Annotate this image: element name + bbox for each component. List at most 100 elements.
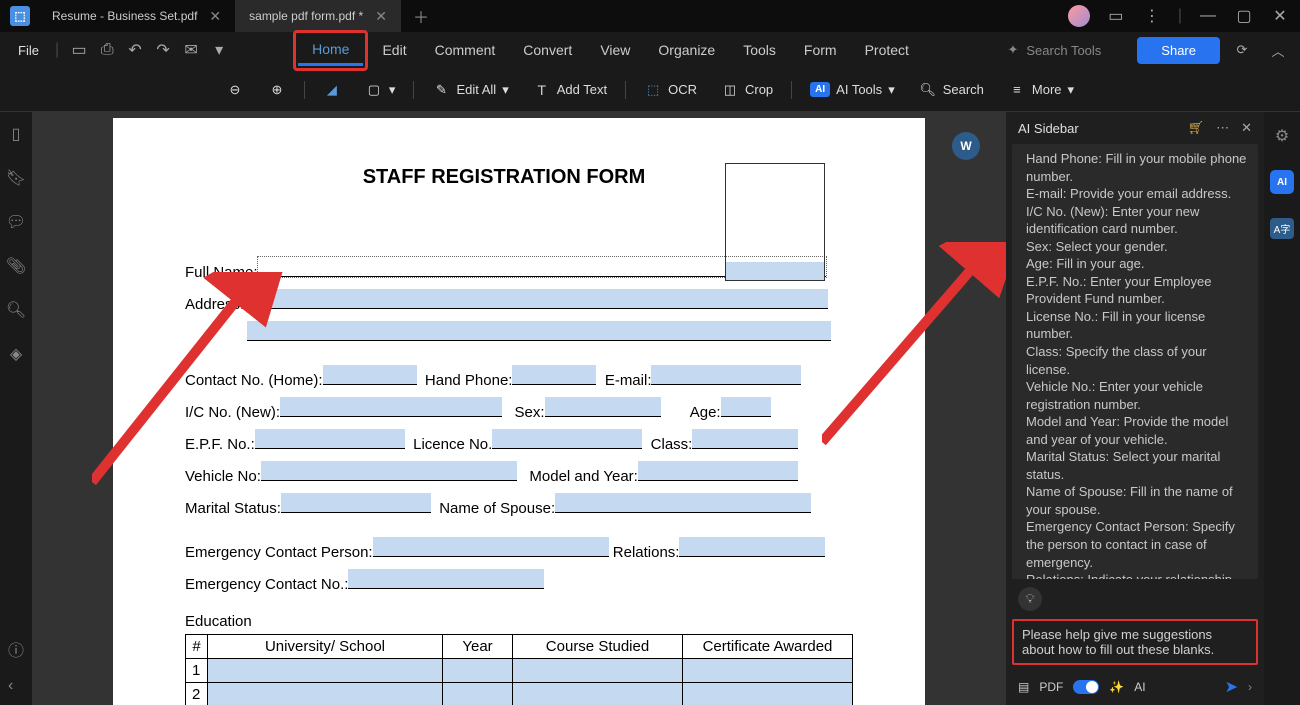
label-full-name: Full Name: xyxy=(185,264,258,281)
menu-view[interactable]: View xyxy=(586,36,644,64)
cart-icon[interactable]: 🛒︎ xyxy=(1188,120,1205,136)
ai-input[interactable]: Please help give me suggestions about ho… xyxy=(1012,619,1258,665)
field-age[interactable] xyxy=(721,397,771,417)
field-contact-home[interactable] xyxy=(323,365,417,385)
field-class[interactable] xyxy=(692,429,798,449)
field-cell[interactable] xyxy=(683,683,853,705)
edit-all-button[interactable]: ✎Edit All▾ xyxy=(422,75,518,105)
redo-icon[interactable]: ↷ xyxy=(149,36,177,64)
layers-icon[interactable]: ◈ xyxy=(10,344,22,364)
chevron-left-icon[interactable]: ‹ xyxy=(8,677,13,695)
photo-field[interactable] xyxy=(725,163,825,281)
highlight-button[interactable]: ◢ xyxy=(313,75,351,105)
menu-tools[interactable]: Tools xyxy=(729,36,790,64)
thumbnails-icon[interactable]: ▯ xyxy=(12,124,21,144)
field-cell[interactable] xyxy=(443,659,513,683)
more-icon[interactable]: ⋮ xyxy=(1142,6,1162,26)
menu-protect[interactable]: Protect xyxy=(851,36,923,64)
mail-icon[interactable]: ✉ xyxy=(177,36,205,64)
field-licence[interactable] xyxy=(492,429,642,449)
more-icon[interactable]: ⋯ xyxy=(1216,120,1229,136)
home-highlight: Home xyxy=(293,30,368,71)
ai-response-content[interactable]: Hand Phone: Fill in your mobile phone nu… xyxy=(1012,144,1258,579)
field-cell[interactable] xyxy=(513,659,683,683)
ai-tools-button[interactable]: AIAI Tools▾ xyxy=(800,76,905,104)
menu-form[interactable]: Form xyxy=(790,36,851,64)
field-sex[interactable] xyxy=(545,397,661,417)
field-vehicle[interactable] xyxy=(261,461,517,481)
add-tab-button[interactable]: ＋ xyxy=(401,4,441,28)
field-spouse[interactable] xyxy=(555,493,811,513)
field-ic-no[interactable] xyxy=(280,397,502,417)
field-epf[interactable] xyxy=(255,429,405,449)
field-cell[interactable] xyxy=(683,659,853,683)
word-icon[interactable]: W xyxy=(952,132,980,160)
search-icon[interactable]: 🔍︎ xyxy=(6,300,26,320)
field-address-1[interactable] xyxy=(244,289,828,309)
search-button[interactable]: 🔍︎Search xyxy=(909,75,994,105)
avatar[interactable] xyxy=(1068,5,1090,27)
field-cell[interactable] xyxy=(513,683,683,705)
field-marital[interactable] xyxy=(281,493,431,513)
menu-edit[interactable]: Edit xyxy=(368,36,420,64)
tab-sample-form[interactable]: sample pdf form.pdf * ✕ xyxy=(235,0,401,32)
dropdown-icon[interactable]: ▾ xyxy=(205,36,233,64)
crop-button[interactable]: ◫Crop xyxy=(711,75,783,105)
close-button[interactable]: ✕ xyxy=(1270,6,1290,26)
help-icon[interactable]: ⓘ xyxy=(8,637,24,661)
ai-icon[interactable]: AI xyxy=(1270,170,1294,194)
field-emergency-no[interactable] xyxy=(348,569,544,589)
zoom-out-button[interactable]: ⊖ xyxy=(216,75,254,105)
file-menu[interactable]: File xyxy=(8,43,49,58)
label-address: Address: xyxy=(185,296,244,313)
close-icon[interactable]: ✕ xyxy=(1241,120,1252,136)
ai-toggle[interactable] xyxy=(1073,680,1099,694)
tab-label: sample pdf form.pdf * xyxy=(249,9,363,23)
print-icon[interactable]: ⎙ xyxy=(93,36,121,64)
settings-icon[interactable]: ⚙ xyxy=(1275,126,1289,146)
tab-resume[interactable]: Resume - Business Set.pdf ✕ xyxy=(38,0,235,32)
menu-home[interactable]: Home xyxy=(298,35,363,66)
toolbar: ⊖ ⊕ ◢ ▢▾ ✎Edit All▾ ＴAdd Text ⬚OCR ◫Crop… xyxy=(0,68,1300,112)
left-sidebar: ▯ 🔖︎ 💬︎ 📎︎ 🔍︎ ◈ xyxy=(0,112,32,705)
send-button[interactable]: ➤ xyxy=(1225,677,1238,697)
menu-comment[interactable]: Comment xyxy=(421,36,510,64)
field-emergency-person[interactable] xyxy=(373,537,609,557)
menu-convert[interactable]: Convert xyxy=(509,36,586,64)
minimize-button[interactable]: — xyxy=(1198,7,1218,25)
maximize-button[interactable]: ▢ xyxy=(1234,6,1254,26)
field-hand-phone[interactable] xyxy=(512,365,596,385)
comment-icon[interactable]: 💬︎ xyxy=(6,212,26,232)
more-button[interactable]: ≡More▾ xyxy=(998,75,1084,105)
add-text-button[interactable]: ＴAdd Text xyxy=(523,75,617,105)
ocr-button[interactable]: ⬚OCR xyxy=(634,75,707,105)
chat-icon[interactable]: ▭ xyxy=(1106,6,1126,26)
search-tools-input[interactable]: Search Tools xyxy=(1026,43,1101,58)
field-email[interactable] xyxy=(651,365,801,385)
translate-icon[interactable]: A字 xyxy=(1270,218,1295,239)
shape-button[interactable]: ▢▾ xyxy=(355,75,406,105)
menu-organize[interactable]: Organize xyxy=(644,36,729,64)
close-icon[interactable]: ✕ xyxy=(375,8,387,25)
collapse-icon[interactable]: ︿ xyxy=(1264,36,1292,64)
field-cell[interactable] xyxy=(208,659,443,683)
document-area[interactable]: STAFF REGISTRATION FORM Full Name: Addre… xyxy=(32,112,1006,705)
zoom-in-button[interactable]: ⊕ xyxy=(258,75,296,105)
field-cell[interactable] xyxy=(443,683,513,705)
app-icon: ⬚ xyxy=(10,6,30,26)
field-cell[interactable] xyxy=(208,683,443,705)
bookmark-icon[interactable]: 🔖︎ xyxy=(6,168,26,188)
field-model-year[interactable] xyxy=(638,461,798,481)
close-icon[interactable]: ✕ xyxy=(209,8,221,25)
attachment-icon[interactable]: 📎︎ xyxy=(6,256,26,276)
field-address-2[interactable] xyxy=(247,321,831,341)
save-icon[interactable]: ▭ xyxy=(65,36,93,64)
share-button[interactable]: Share xyxy=(1137,37,1220,64)
cloud-icon[interactable]: ⟳ xyxy=(1228,36,1256,64)
label-relations: Relations: xyxy=(613,544,680,561)
undo-icon[interactable]: ↶ xyxy=(121,36,149,64)
chevron-right-icon[interactable]: › xyxy=(1248,680,1252,694)
idea-icon[interactable]: 💡︎ xyxy=(1018,587,1042,611)
label-education: Education xyxy=(185,613,853,630)
field-relations[interactable] xyxy=(679,537,825,557)
